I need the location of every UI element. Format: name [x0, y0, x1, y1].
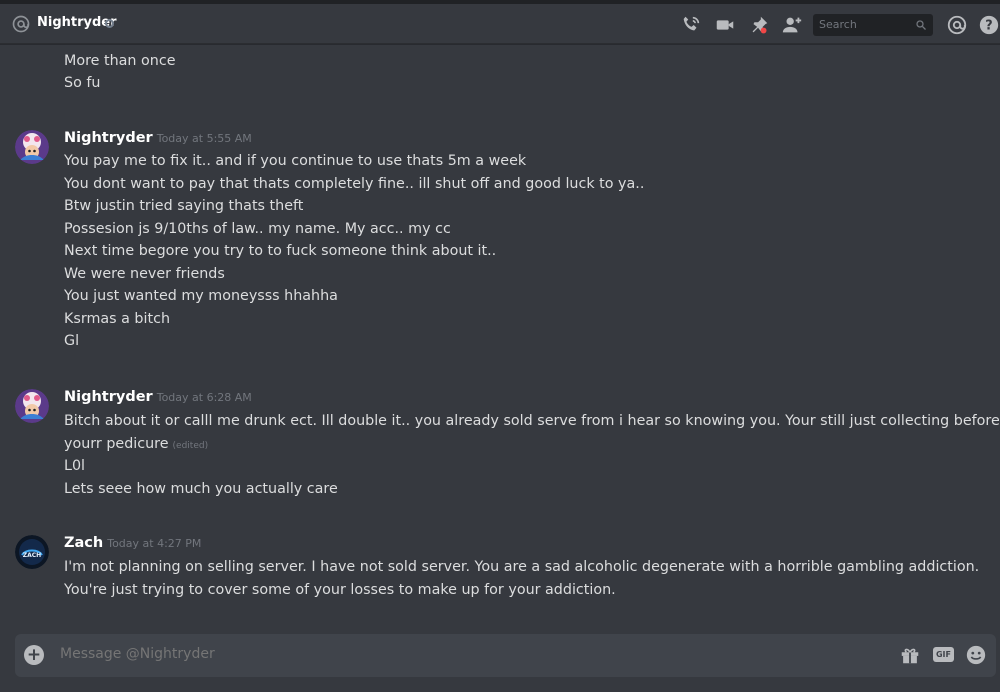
avatar[interactable] [15, 389, 49, 423]
at-icon [12, 15, 30, 33]
mention-icon[interactable] [946, 14, 968, 36]
avatar[interactable] [15, 130, 49, 164]
message-line: So fu [64, 75, 101, 91]
pin-icon[interactable] [748, 14, 770, 36]
username[interactable]: Nightryder [64, 130, 153, 146]
avatar[interactable]: ZACH [15, 535, 49, 569]
help-icon[interactable]: ? [978, 14, 1000, 36]
message-author: Nightryder Today at 6:28 AM [64, 389, 252, 405]
svg-text:ZACH: ZACH [23, 552, 41, 559]
message-line: You're just trying to cover some of your… [64, 582, 616, 598]
message-author: Nightryder Today at 5:55 AM [64, 130, 252, 146]
add-attachment-icon[interactable]: + [24, 645, 44, 665]
timestamp: Today at 4:27 PM [107, 537, 202, 550]
video-icon[interactable] [714, 14, 736, 36]
username[interactable]: Nightryder [64, 389, 153, 405]
message-line: Next time begore you try to to fuck some… [64, 243, 497, 259]
message-line: Bitch about it or calll me drunk ect. Il… [64, 413, 1000, 429]
message-line: You dont want to pay that thats complete… [64, 176, 645, 192]
message-line: You just wanted my moneysss hhahha [64, 288, 338, 304]
search-icon [916, 20, 926, 30]
channel-header: Nightryder Search ? [0, 4, 1000, 44]
gif-icon[interactable]: GIF [933, 647, 954, 662]
timestamp: Today at 5:55 AM [156, 132, 252, 145]
message-line: Gl [64, 333, 80, 349]
phone-icon[interactable] [680, 14, 702, 36]
message-input[interactable] [60, 646, 880, 662]
offline-status-icon [105, 19, 114, 28]
gift-icon[interactable] [899, 644, 921, 666]
message-line: Btw justin tried saying thats theft [64, 198, 304, 214]
message-line: yourr pedicure (edited) [64, 433, 208, 457]
svg-text:?: ? [985, 19, 992, 34]
add-friend-icon[interactable] [781, 14, 803, 36]
message-line: You pay me to fix it.. and if you contin… [64, 153, 527, 169]
message-line: I'm not planning on selling server. I ha… [64, 559, 980, 575]
timestamp: Today at 6:28 AM [156, 391, 252, 404]
message-composer: + GIF [15, 634, 996, 677]
message-line: L0l [64, 458, 86, 474]
username[interactable]: Zach [64, 535, 103, 551]
message-line: We were never friends [64, 266, 225, 282]
search-placeholder: Search [819, 18, 857, 31]
message-text: yourr pedicure [64, 436, 169, 452]
edited-label: (edited) [172, 441, 209, 451]
search-bar[interactable]: Search [813, 14, 933, 36]
emoji-icon[interactable] [965, 644, 987, 666]
message-author: Zach Today at 4:27 PM [64, 535, 201, 551]
message-line: Possesion js 9/10ths of law.. my name. M… [64, 221, 451, 237]
message-list[interactable]: More than once So fu Nightryder Today at … [0, 44, 1000, 629]
message-line: Ksrmas a bitch [64, 311, 171, 327]
message-line: Lets seee how much you actually care [64, 481, 338, 497]
message-line: More than once [64, 53, 176, 69]
